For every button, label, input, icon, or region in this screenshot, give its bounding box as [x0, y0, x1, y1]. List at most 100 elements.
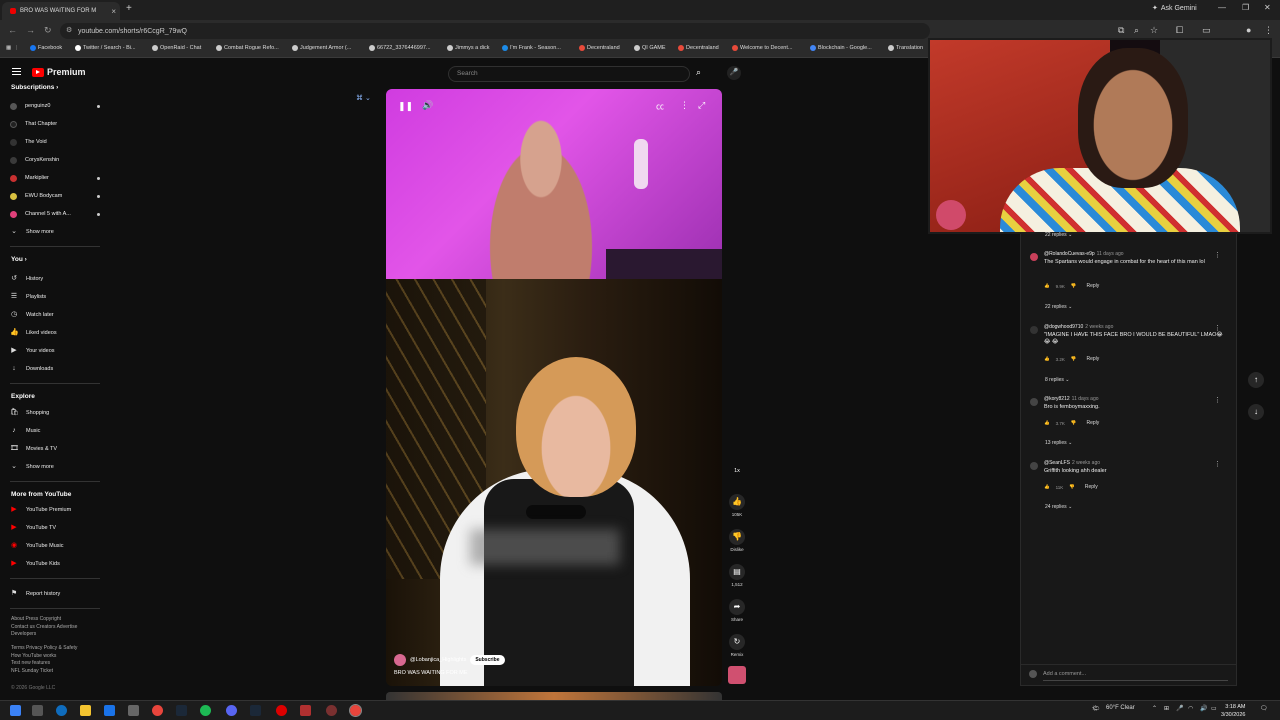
close-window-icon[interactable]: ✕: [1264, 3, 1271, 12]
site-info-icon[interactable]: ⚙: [66, 26, 72, 34]
battery-icon[interactable]: ▭: [1211, 705, 1217, 712]
sidebar-item-movies[interactable]: 🎞 Movies & TV: [10, 442, 100, 456]
new-tab-button[interactable]: +: [126, 3, 132, 14]
steam-icon[interactable]: [176, 705, 187, 716]
show-more-explore[interactable]: ⌄ Show more: [10, 460, 100, 474]
bookmark-item[interactable]: I'm Frank - Season...: [502, 45, 561, 51]
bookmark-item[interactable]: Decentraland: [678, 45, 719, 51]
minimize-icon[interactable]: —: [1218, 3, 1226, 12]
subscriptions-heading[interactable]: Subscriptions ›: [11, 84, 58, 91]
sidebar-channel[interactable]: That Chapter: [10, 117, 100, 131]
sidebar-channel[interactable]: The Void: [10, 135, 100, 149]
profile-avatar-icon[interactable]: ●: [1246, 25, 1251, 35]
youtube-logo[interactable]: Premium: [32, 67, 86, 77]
network-icon[interactable]: ⊞: [1164, 705, 1169, 712]
browser-tab[interactable]: BRO WAS WAITING FOR M ×: [2, 2, 120, 20]
comment-menu-icon[interactable]: ⋮: [1214, 251, 1221, 259]
thumbs-up-icon[interactable]: 👍: [1044, 283, 1050, 289]
mic-tray-icon[interactable]: 🎤: [1176, 705, 1183, 712]
bookmark-item[interactable]: Combat Rogue Refo...: [216, 45, 279, 51]
reply-button[interactable]: Reply: [1086, 420, 1099, 426]
like-button[interactable]: 👍 105K: [726, 494, 748, 517]
maximize-icon[interactable]: ❐: [1242, 3, 1249, 12]
sidebar-item-history[interactable]: ↺ History: [10, 272, 100, 286]
sidebar-channel[interactable]: CorysKenshin: [10, 153, 100, 167]
speed-indicator[interactable]: 1x: [726, 466, 748, 474]
sidebar-item-liked[interactable]: 👍 Liked videos: [10, 326, 100, 340]
sidebar-item-playlists[interactable]: ☰ Playlists: [10, 290, 100, 304]
commenter-avatar[interactable]: [1030, 326, 1038, 334]
search-input[interactable]: Search: [448, 66, 690, 82]
share-button[interactable]: ➦ Share: [726, 599, 748, 622]
comment-author[interactable]: @RolandoCuevas-e9p: [1044, 251, 1095, 257]
bookmark-item[interactable]: Judgement Armor (...: [292, 45, 351, 51]
extensions-icon[interactable]: ⧠: [1176, 25, 1183, 36]
previous-short-arrow-up-icon[interactable]: ↑: [1248, 372, 1264, 388]
sidebar-channel[interactable]: penguinz0: [10, 99, 100, 113]
comment-author[interactable]: @SeanLFS: [1044, 460, 1070, 466]
sidebar-item-premium[interactable]: ▶ YouTube Premium: [10, 503, 100, 517]
channel-name[interactable]: @Lobanjica_Highlights: [410, 657, 466, 663]
outlook-icon[interactable]: [104, 705, 115, 716]
footer-links-1[interactable]: About Press Copyright Contact us Creator…: [11, 616, 101, 639]
install-icon[interactable]: ⧉: [1118, 25, 1124, 36]
thumbs-down-icon[interactable]: 👎: [1069, 484, 1075, 490]
bookmark-item[interactable]: Jimmys a dick: [447, 45, 490, 51]
bookmark-item[interactable]: Twitter / Search - Bi...: [75, 45, 136, 51]
reload-icon[interactable]: ↻: [44, 25, 52, 36]
store-icon[interactable]: [128, 705, 139, 716]
sidebar-item-watch-later[interactable]: ◷ Watch later: [10, 308, 100, 322]
app-icon[interactable]: [326, 705, 337, 716]
thumbs-up-icon[interactable]: 👍: [1044, 420, 1050, 426]
sidebar-item-music-app[interactable]: ◉ YouTube Music: [10, 539, 100, 553]
file-explorer-icon[interactable]: [80, 705, 91, 716]
thumbs-down-icon[interactable]: 👎: [1071, 420, 1077, 426]
sidebar-channel[interactable]: Channel 5 with A...: [10, 207, 100, 221]
comments-button[interactable]: ▤ 1,512: [726, 564, 748, 587]
bookmark-item[interactable]: Blockchain - Google...: [810, 45, 872, 51]
forward-icon[interactable]: →: [26, 25, 35, 35]
sound-thumbnail[interactable]: [726, 666, 748, 684]
commenter-avatar[interactable]: [1030, 398, 1038, 406]
sidebar-channel[interactable]: Markiplier: [10, 171, 100, 185]
shorts-player[interactable]: ❚❚ 🔊 ㏄ ⋮ ⤢ @Lobanjica_Highlights Subscri…: [386, 89, 722, 686]
comment-menu-icon[interactable]: ⋮: [1214, 396, 1221, 404]
steam-client-icon[interactable]: [250, 705, 261, 716]
menu-kebab-icon[interactable]: ⋮: [1264, 25, 1273, 36]
view-replies-button[interactable]: 8 replies ⌄: [1045, 377, 1070, 383]
next-short-preview[interactable]: [386, 692, 722, 700]
speaker-icon[interactable]: 🔊: [1200, 705, 1207, 712]
you-heading[interactable]: You ›: [11, 256, 27, 263]
chrome-active-icon[interactable]: [349, 704, 362, 717]
sidebar-channel[interactable]: EWU Bodycam: [10, 189, 100, 203]
zoom-icon[interactable]: ⌕: [1134, 25, 1139, 36]
discord-icon[interactable]: [226, 705, 237, 716]
weather-text[interactable]: 60°F Clear: [1106, 705, 1135, 711]
task-view-icon[interactable]: [32, 705, 43, 716]
dislike-button[interactable]: 👎 Dislike: [726, 529, 748, 552]
bookmark-star-icon[interactable]: ☆: [1150, 25, 1158, 36]
bookmark-item[interactable]: Translation: [888, 45, 923, 51]
thumbs-up-icon[interactable]: 👍: [1044, 484, 1050, 490]
next-short-arrow-down-icon[interactable]: ↓: [1248, 404, 1264, 420]
more-options-icon[interactable]: ⋮: [680, 100, 689, 111]
microphone-icon[interactable]: 🎤: [727, 66, 741, 80]
pause-icon[interactable]: ❚❚: [398, 101, 413, 112]
hamburger-menu-icon[interactable]: [12, 68, 21, 75]
footer-links-2[interactable]: Terms Privacy Policy & Safety How YouTub…: [11, 645, 101, 675]
fullscreen-icon[interactable]: ⤢: [698, 100, 705, 111]
apps-icon[interactable]: ▦: [6, 45, 11, 51]
volume-icon[interactable]: 🔊: [422, 100, 433, 111]
comment-menu-icon[interactable]: ⋮: [1214, 324, 1221, 332]
thumbs-down-icon[interactable]: 👎: [1071, 356, 1077, 362]
sidebar-item-kids[interactable]: ▶ YouTube Kids: [10, 557, 100, 571]
spotify-icon[interactable]: [200, 705, 211, 716]
edge-browser-icon[interactable]: [56, 705, 67, 716]
back-icon[interactable]: ←: [8, 25, 17, 35]
commenter-avatar[interactable]: [1030, 253, 1038, 261]
notifications-icon[interactable]: 🗨: [1260, 705, 1268, 712]
comment-author[interactable]: @kory8212: [1044, 396, 1070, 402]
obs-icon[interactable]: [276, 705, 287, 716]
bookmark-item[interactable]: QI GAME: [634, 45, 666, 51]
subscribe-button[interactable]: Subscribe: [470, 655, 505, 665]
